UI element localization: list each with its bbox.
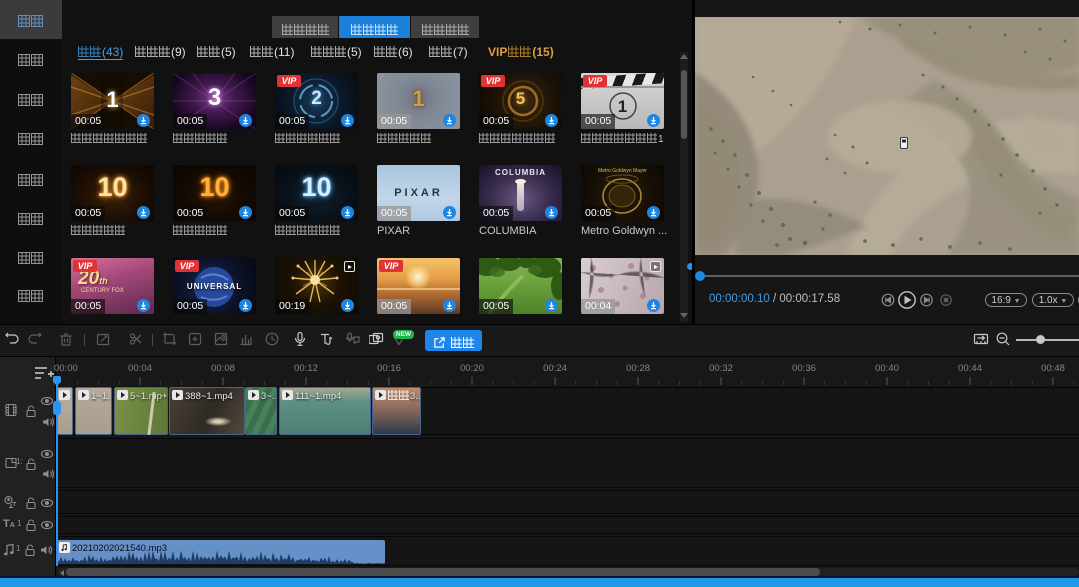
svg-text:00:12: 00:12	[294, 363, 318, 374]
svg-text:00:32: 00:32	[709, 363, 733, 374]
svg-text:00:44: 00:44	[958, 363, 982, 374]
svg-text:00:16: 00:16	[377, 363, 401, 374]
svg-text:00:24: 00:24	[543, 363, 567, 374]
svg-text:00:48: 00:48	[1041, 363, 1065, 374]
svg-text:00:08: 00:08	[211, 363, 235, 374]
svg-text:00:04: 00:04	[128, 363, 152, 374]
svg-text:00:20: 00:20	[460, 363, 484, 374]
svg-text:00:00: 00:00	[54, 363, 78, 374]
svg-text:00:36: 00:36	[792, 363, 816, 374]
svg-text:00:40: 00:40	[875, 363, 899, 374]
svg-text:00:28: 00:28	[626, 363, 650, 374]
